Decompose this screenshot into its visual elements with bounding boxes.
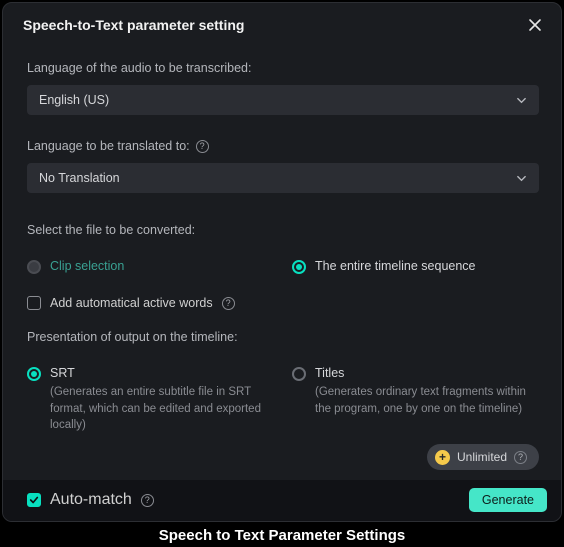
radio-icon: [292, 260, 306, 274]
bottom-bar: Auto-match ? Generate: [3, 480, 561, 522]
translate-language-value: No Translation: [39, 171, 120, 185]
presentation-label: Presentation of output on the timeline:: [27, 330, 539, 344]
dialog-title: Speech-to-Text parameter setting: [23, 17, 244, 33]
translate-language-label: Language to be translated to: ?: [27, 139, 539, 153]
dialog-content: Language of the audio to be transcribed:…: [3, 45, 561, 480]
radio-srt[interactable]: SRT (Generates an entire subtitle file i…: [27, 366, 274, 434]
checkbox-label: Add automatical active words: [50, 296, 213, 310]
titlebar: Speech-to-Text parameter setting: [3, 3, 561, 45]
presentation-options: SRT (Generates an entire subtitle file i…: [27, 366, 539, 434]
help-icon[interactable]: ?: [141, 494, 154, 507]
radio-label: Titles: [315, 366, 539, 380]
active-words-checkbox[interactable]: Add automatical active words ?: [27, 296, 539, 310]
checkbox-label: Auto-match: [50, 491, 132, 509]
translate-language-select[interactable]: No Translation: [27, 163, 539, 193]
help-icon[interactable]: ?: [222, 297, 235, 310]
file-select-label: Select the file to be converted:: [27, 223, 539, 237]
help-icon[interactable]: ?: [514, 451, 527, 464]
radio-label: Clip selection: [50, 259, 124, 273]
chevron-down-icon: [516, 95, 527, 106]
footer-top: + Unlimited ?: [27, 440, 539, 480]
radio-icon: [292, 367, 306, 381]
chevron-down-icon: [516, 173, 527, 184]
figure-caption: Speech to Text Parameter Settings: [0, 522, 564, 547]
radio-titles[interactable]: Titles (Generates ordinary text fragment…: [292, 366, 539, 434]
file-select-options: Clip selection The entire timeline seque…: [27, 259, 539, 274]
checkbox-icon: [27, 493, 41, 507]
radio-clip-selection[interactable]: Clip selection: [27, 259, 274, 274]
radio-icon: [27, 367, 41, 381]
stt-dialog: Speech-to-Text parameter setting Languag…: [2, 2, 562, 522]
pill-label: Unlimited: [457, 450, 507, 464]
radio-entire-timeline[interactable]: The entire timeline sequence: [292, 259, 539, 274]
plus-icon: +: [435, 450, 450, 465]
radio-description: (Generates ordinary text fragments withi…: [315, 384, 539, 417]
checkbox-icon: [27, 296, 41, 310]
audio-language-select[interactable]: English (US): [27, 85, 539, 115]
radio-description: (Generates an entire subtitle file in SR…: [50, 384, 274, 434]
close-icon[interactable]: [525, 15, 545, 35]
help-icon[interactable]: ?: [196, 140, 209, 153]
audio-language-value: English (US): [39, 93, 109, 107]
generate-button[interactable]: Generate: [469, 488, 547, 512]
radio-icon: [27, 260, 41, 274]
audio-language-label: Language of the audio to be transcribed:: [27, 61, 539, 75]
auto-match-checkbox[interactable]: Auto-match ?: [27, 491, 154, 509]
radio-label: The entire timeline sequence: [315, 259, 476, 273]
radio-label: SRT: [50, 366, 274, 380]
unlimited-pill[interactable]: + Unlimited ?: [427, 444, 539, 470]
